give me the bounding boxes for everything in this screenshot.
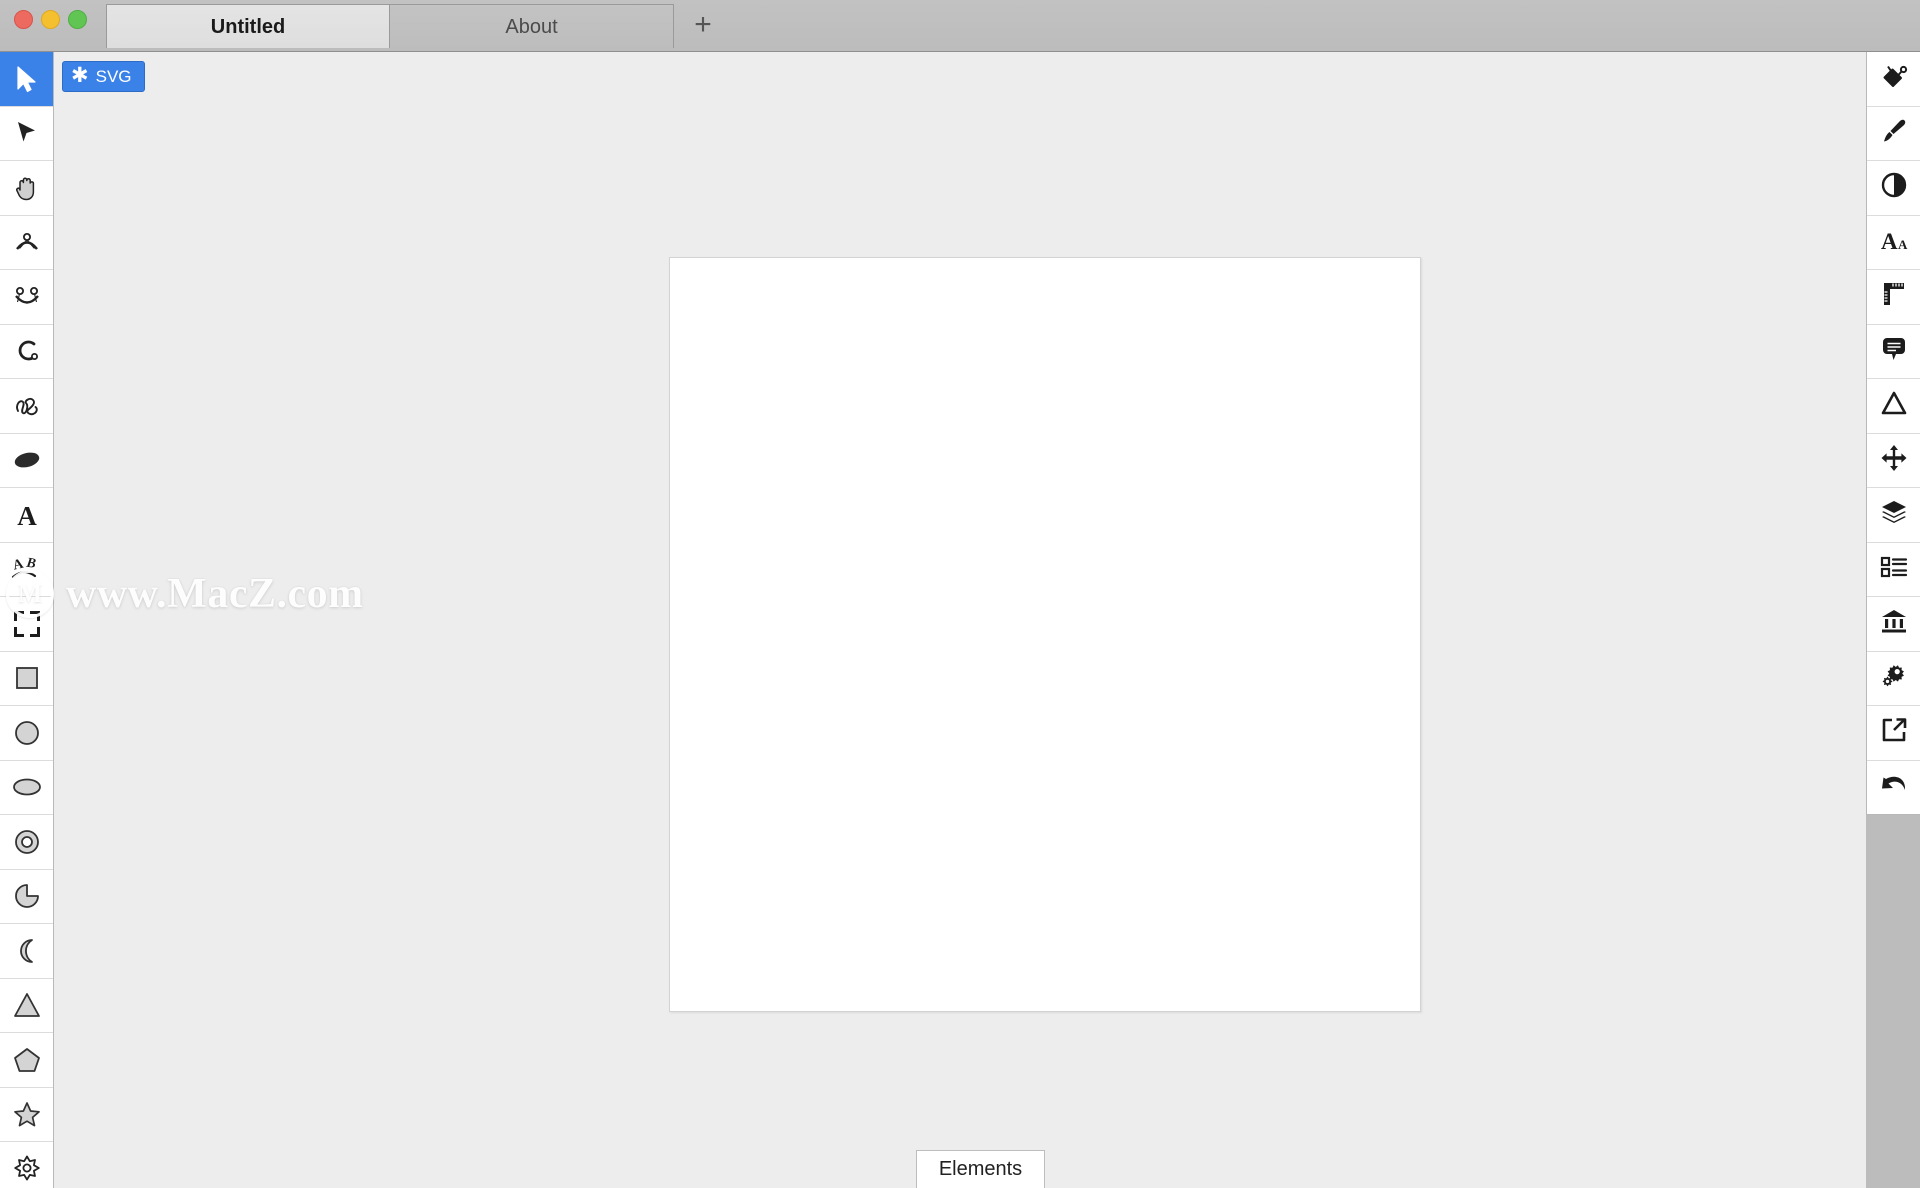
gears-icon [1880,662,1908,695]
tool-circle[interactable] [0,706,53,761]
bottom-tab-bar: Elements [54,1150,1866,1188]
tool-node-edit[interactable] [0,106,53,161]
tool-donut[interactable] [0,815,53,870]
circle-icon [14,720,40,746]
star-icon [13,1101,41,1128]
ruler-icon [1880,280,1908,313]
contrast-icon [1880,171,1908,204]
tool-text-on-path[interactable]: A B [0,542,53,597]
panel-layers[interactable] [1867,488,1920,543]
left-toolbar: A A B [0,52,54,1188]
tool-arc[interactable] [0,324,53,379]
tool-curve-two-point[interactable] [0,270,53,325]
donut-icon [14,829,40,855]
pie-icon [14,883,40,909]
gear-shape-icon [13,1155,41,1183]
workspace: ✱ SVG Elements [54,52,1866,1188]
text-on-path-icon: A B [11,555,43,583]
library-icon [1880,608,1908,639]
curve-two-point-icon [12,285,42,309]
curve-one-point-icon [13,230,41,254]
tool-ellipse[interactable] [0,760,53,815]
panel-fill[interactable] [1867,52,1920,107]
pointer-select-icon [14,65,40,93]
tool-freehand[interactable] [0,379,53,434]
tool-text[interactable]: A [0,488,53,543]
layers-icon [1880,499,1908,530]
panel-settings[interactable] [1867,651,1920,706]
move-arrows-icon [1880,444,1908,477]
tool-crop[interactable] [0,597,53,652]
app-window: Untitled About + A A B ✱ SVG Elements A … [0,0,1920,1188]
tool-pentagon[interactable] [0,1033,53,1088]
panel-transform[interactable] [1867,433,1920,488]
panel-library[interactable] [1867,597,1920,652]
add-tab-button[interactable]: + [674,4,732,48]
blob-brush-icon [12,449,42,471]
panel-objects[interactable] [1867,542,1920,597]
svg-text:B: B [24,556,36,572]
maximize-window-button[interactable] [68,9,87,29]
format-badge-svg[interactable]: ✱ SVG [62,61,145,92]
panel-export[interactable] [1867,706,1920,761]
panel-measure[interactable] [1867,270,1920,325]
ellipse-icon [12,776,42,798]
panel-typography[interactable]: A A [1867,215,1920,270]
list-view-icon [1880,555,1908,584]
panel-undo[interactable] [1867,760,1920,815]
shape-outline-icon [1880,390,1908,421]
tool-brush[interactable] [0,433,53,488]
pentagon-icon [13,1047,41,1073]
crescent-moon-icon [14,938,40,964]
tool-select[interactable] [0,52,53,107]
svg-text:A: A [1898,237,1908,252]
tool-curve-one-point[interactable] [0,215,53,270]
undo-icon [1880,773,1908,802]
bottom-tab-elements[interactable]: Elements [915,1150,1046,1188]
titlebar: Untitled About + [0,0,1920,52]
node-edit-icon [15,120,39,146]
panel-stroke[interactable] [1867,106,1920,161]
freehand-scribble-icon [13,393,41,419]
svg-text:A: A [1881,229,1898,254]
comment-icon [1880,335,1908,368]
tool-rectangle[interactable] [0,651,53,706]
text-icon: A [14,501,40,529]
tool-star[interactable] [0,1087,53,1142]
panel-comments[interactable] [1867,324,1920,379]
format-badge-label: SVG [95,66,132,86]
close-window-button[interactable] [14,9,33,29]
tab-strip: Untitled About + [106,4,732,52]
asterisk-icon: ✱ [71,64,89,87]
panel-shape[interactable] [1867,379,1920,434]
tool-pan[interactable] [0,161,53,216]
svg-text:A: A [17,501,37,529]
arc-icon [14,338,40,364]
paint-brush-icon [1880,117,1908,150]
tool-pie[interactable] [0,869,53,924]
triangle-icon [13,992,41,1018]
tab-about[interactable]: About [390,4,674,48]
tool-crescent[interactable] [0,924,53,979]
minimize-window-button[interactable] [41,9,60,29]
panel-effects[interactable] [1867,161,1920,216]
hand-pan-icon [14,174,40,202]
svg-text:A: A [11,557,25,574]
tool-gear[interactable] [0,1142,53,1188]
typography-icon: A A [1879,226,1909,259]
right-toolbar: A A [1866,52,1920,1188]
drawing-canvas[interactable] [669,257,1421,1012]
export-icon [1880,716,1908,749]
tab-untitled[interactable]: Untitled [106,4,390,48]
window-controls [14,8,87,30]
tool-triangle[interactable] [0,978,53,1033]
paint-bucket-icon [1880,62,1908,95]
rectangle-icon [15,666,39,690]
crop-frame-icon [13,610,40,637]
right-toolbar-inner: A A [1866,52,1920,815]
